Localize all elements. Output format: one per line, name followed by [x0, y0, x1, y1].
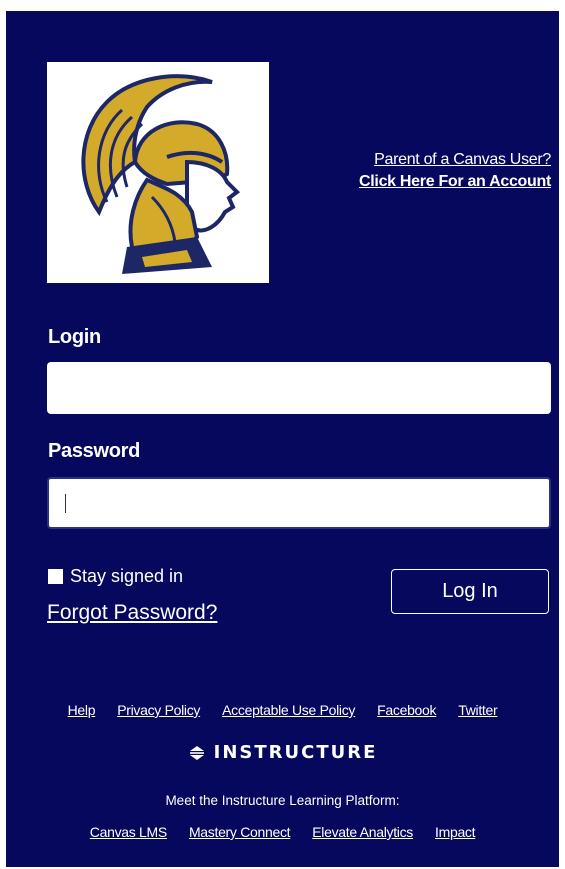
elevate-analytics-link[interactable]: Elevate Analytics [312, 824, 413, 840]
parent-of-canvas-user-link[interactable]: Parent of a Canvas User? [359, 149, 551, 171]
log-in-button[interactable]: Log In [391, 569, 549, 614]
stay-signed-in-row[interactable]: Stay signed in [48, 566, 183, 587]
privacy-policy-link[interactable]: Privacy Policy [117, 702, 200, 718]
platform-tagline: Meet the Instructure Learning Platform: [165, 793, 400, 808]
facebook-link[interactable]: Facebook [377, 702, 436, 718]
parent-create-account-link[interactable]: Click Here For an Account [359, 171, 551, 193]
twitter-link[interactable]: Twitter [458, 702, 497, 718]
stay-signed-in-checkbox[interactable] [48, 569, 63, 584]
forgot-password-link[interactable]: Forgot Password? [47, 601, 217, 625]
impact-link[interactable]: Impact [435, 824, 476, 840]
platform-links: Canvas LMS Mastery Connect Elevate Analy… [6, 824, 559, 840]
stay-signed-in-label: Stay signed in [70, 566, 184, 586]
password-input[interactable] [47, 477, 551, 529]
login-input[interactable] [47, 362, 551, 414]
mastery-connect-link[interactable]: Mastery Connect [189, 824, 291, 840]
parent-account-links: Parent of a Canvas User? Click Here For … [359, 149, 551, 193]
school-logo [47, 62, 269, 283]
login-label: Login [48, 326, 101, 348]
trojan-helmet-icon [81, 74, 241, 274]
text-caret [65, 494, 66, 513]
instructure-brand[interactable]: INSTRUCTURE [6, 742, 559, 763]
canvas-lms-link[interactable]: Canvas LMS [90, 824, 167, 840]
instructure-logo-icon [189, 745, 204, 760]
login-panel: Parent of a Canvas User? Click Here For … [6, 11, 559, 867]
acceptable-use-policy-link[interactable]: Acceptable Use Policy [222, 702, 355, 718]
password-label: Password [48, 440, 141, 462]
footer-links: Help Privacy Policy Acceptable Use Polic… [6, 702, 559, 718]
help-link[interactable]: Help [68, 702, 96, 718]
instructure-wordmark: INSTRUCTURE [213, 742, 378, 763]
